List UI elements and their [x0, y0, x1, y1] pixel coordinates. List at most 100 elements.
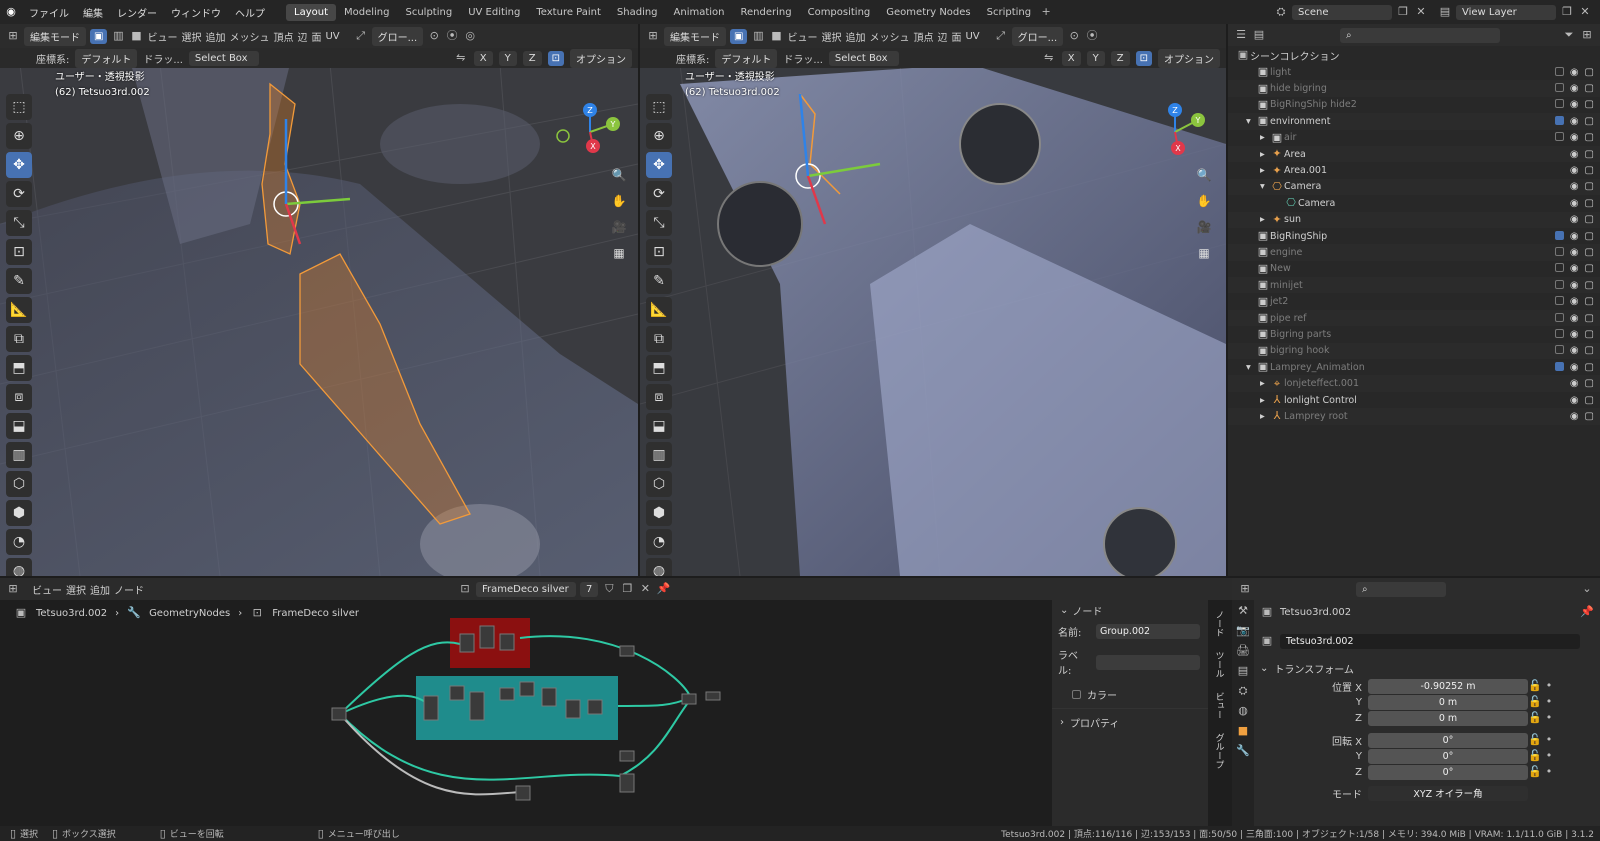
spin-tool-icon[interactable]: ◔	[6, 529, 32, 555]
outliner-row[interactable]: ▣ BigRingShip ◉ ▢	[1228, 227, 1600, 245]
rotate-tool-icon[interactable]: ⟳	[6, 181, 32, 207]
tab-scripting[interactable]: Scripting	[979, 4, 1039, 21]
nav-gizmo-right[interactable]: Z Y X	[1140, 102, 1210, 162]
tab-tool[interactable]: ツール	[1213, 651, 1226, 678]
vertex-select-icon[interactable]: ▣	[730, 28, 748, 44]
render-camera-icon[interactable]: ▢	[1585, 83, 1594, 94]
cursor-tool-icon[interactable]: ⊕	[646, 123, 672, 149]
transform-tool-icon[interactable]: ⊡	[646, 239, 672, 265]
eye-icon[interactable]: ◉	[1570, 214, 1579, 225]
scale-tool-icon[interactable]: ⤡	[6, 210, 32, 236]
eye-icon[interactable]: ◉	[1570, 198, 1579, 209]
menu-view[interactable]: ビュー	[787, 29, 817, 44]
options-dropdown[interactable]: オプション	[570, 48, 632, 68]
mode-dropdown[interactable]: 編集モード	[24, 26, 86, 46]
menu-select[interactable]: 選択	[181, 29, 201, 44]
render-camera-icon[interactable]: ▢	[1585, 149, 1594, 160]
select-box-dropdown[interactable]: Select Box	[828, 50, 899, 66]
render-camera-icon[interactable]: ▢	[1585, 263, 1594, 274]
node-name-field[interactable]: Group.002	[1096, 624, 1200, 639]
eye-icon[interactable]: ◉	[1570, 67, 1579, 78]
editor-type-icon[interactable]: ⊞	[1238, 582, 1252, 596]
select-box-tool-icon[interactable]: ⬚	[646, 94, 672, 120]
knife-tool-icon[interactable]: ⬡	[646, 471, 672, 497]
exclude-checkbox[interactable]	[1554, 132, 1564, 142]
rotation-x-field[interactable]: 0°	[1368, 732, 1528, 748]
menu-edge[interactable]: 辺	[297, 29, 307, 44]
annotate-tool-icon[interactable]: ✎	[646, 268, 672, 294]
eye-icon[interactable]: ◉	[1570, 132, 1579, 143]
render-camera-icon[interactable]: ▢	[1585, 362, 1594, 373]
menu-view[interactable]: ビュー	[147, 29, 177, 44]
exclude-checkbox[interactable]	[1554, 115, 1564, 125]
exclude-checkbox[interactable]	[1554, 345, 1564, 355]
chevron-down-icon[interactable]: ⌄	[1580, 582, 1594, 596]
auto-merge-icon[interactable]: ⊡	[547, 50, 564, 66]
render-camera-icon[interactable]: ▢	[1585, 313, 1594, 324]
menu-add[interactable]: 追加	[845, 29, 865, 44]
eye-icon[interactable]: ◉	[1570, 345, 1579, 356]
exclude-checkbox[interactable]	[1554, 246, 1564, 256]
menu-vertex[interactable]: 頂点	[913, 29, 933, 44]
tab-geometry-nodes[interactable]: Geometry Nodes	[878, 4, 978, 21]
eye-icon[interactable]: ◉	[1570, 296, 1579, 307]
editor-type-icon[interactable]: ⊞	[646, 29, 660, 43]
outliner-row[interactable]: ▣ minijet ◉ ▢	[1228, 277, 1600, 294]
outliner-row[interactable]: ▾ ▣ environment ◉ ▢	[1228, 113, 1600, 130]
exclude-checkbox[interactable]	[1554, 312, 1564, 322]
new-collection-icon[interactable]: ⊞	[1580, 28, 1594, 42]
menu-select[interactable]: 選択	[821, 29, 841, 44]
color-checkbox[interactable]	[1072, 690, 1081, 699]
tab-sculpting[interactable]: Sculpting	[398, 4, 461, 21]
axis-z-toggle[interactable]: Z	[522, 50, 542, 66]
chevron-right-icon[interactable]: ▸	[1260, 378, 1270, 389]
axis-y-toggle[interactable]: Y	[498, 50, 517, 66]
menu-view[interactable]: ビュー	[32, 582, 62, 597]
menu-face[interactable]: 面	[951, 29, 961, 44]
eye-icon[interactable]: ◉	[1570, 181, 1579, 192]
transform-orientation-dropdown[interactable]: グロー...	[1011, 26, 1064, 46]
blender-logo-icon[interactable]: ◉	[4, 5, 18, 19]
menu-select[interactable]: 選択	[66, 582, 86, 597]
close-icon[interactable]: ✕	[638, 582, 652, 596]
exclude-checkbox[interactable]	[1554, 83, 1564, 93]
render-camera-icon[interactable]: ▢	[1585, 345, 1594, 356]
pan-hand-icon[interactable]: ✋	[1193, 190, 1215, 212]
location-y-field[interactable]: 0 m	[1368, 694, 1528, 710]
lock-icon[interactable]: 🔓	[1528, 749, 1542, 763]
node-label-field[interactable]	[1096, 654, 1200, 670]
cursor-tool-icon[interactable]: ⊕	[6, 123, 32, 149]
object-name-field[interactable]: Tetsuo3rd.002	[1280, 633, 1580, 649]
transform-tool-icon[interactable]: ⊡	[6, 239, 32, 265]
render-camera-icon[interactable]: ▢	[1585, 116, 1594, 127]
tab-compositing[interactable]: Compositing	[800, 4, 879, 21]
tab-rendering[interactable]: Rendering	[733, 4, 800, 21]
lock-icon[interactable]: 🔓	[1528, 695, 1542, 709]
editor-type-icon[interactable]: ⊞	[6, 582, 20, 596]
select-box-dropdown[interactable]: Select Box	[188, 50, 259, 66]
render-camera-icon[interactable]: ▢	[1585, 165, 1594, 176]
chevron-right-icon[interactable]: ▸	[1260, 214, 1270, 225]
outliner-row[interactable]: ▣ bigring hook ◉ ▢	[1228, 342, 1600, 360]
chevron-right-icon[interactable]: ▸	[1260, 165, 1270, 176]
coord-system-dropdown[interactable]: デフォルト	[715, 48, 778, 68]
select-box-tool-icon[interactable]: ⬚	[6, 94, 32, 120]
render-camera-icon[interactable]: ▢	[1585, 231, 1594, 242]
render-camera-icon[interactable]: ▢	[1585, 329, 1594, 340]
outliner-row[interactable]: ▸ ✦ Area ◉ ▢	[1228, 145, 1600, 163]
tab-uv-editing[interactable]: UV Editing	[460, 4, 528, 21]
render-camera-icon[interactable]: ▢	[1585, 214, 1594, 225]
menu-add[interactable]: 追加	[205, 29, 225, 44]
menu-uv[interactable]: UV	[325, 31, 339, 42]
grid-toggle-icon[interactable]: ▦	[1193, 242, 1215, 264]
pivot-icon[interactable]: ⊙	[1067, 29, 1081, 43]
outliner-row[interactable]: ▣ engine ◉ ▢	[1228, 244, 1600, 261]
loop-cut-tool-icon[interactable]: ▥	[646, 442, 672, 468]
outliner-row[interactable]: ▸ ⅄ lonlight Control ◉ ▢	[1228, 391, 1600, 409]
render-camera-icon[interactable]: ▢	[1585, 411, 1594, 422]
eye-icon[interactable]: ◉	[1570, 378, 1579, 389]
render-camera-icon[interactable]: ▢	[1585, 296, 1594, 307]
render-camera-icon[interactable]: ▢	[1585, 395, 1594, 406]
object-icon[interactable]: ■	[1236, 724, 1250, 738]
menu-add[interactable]: 追加	[90, 582, 110, 597]
